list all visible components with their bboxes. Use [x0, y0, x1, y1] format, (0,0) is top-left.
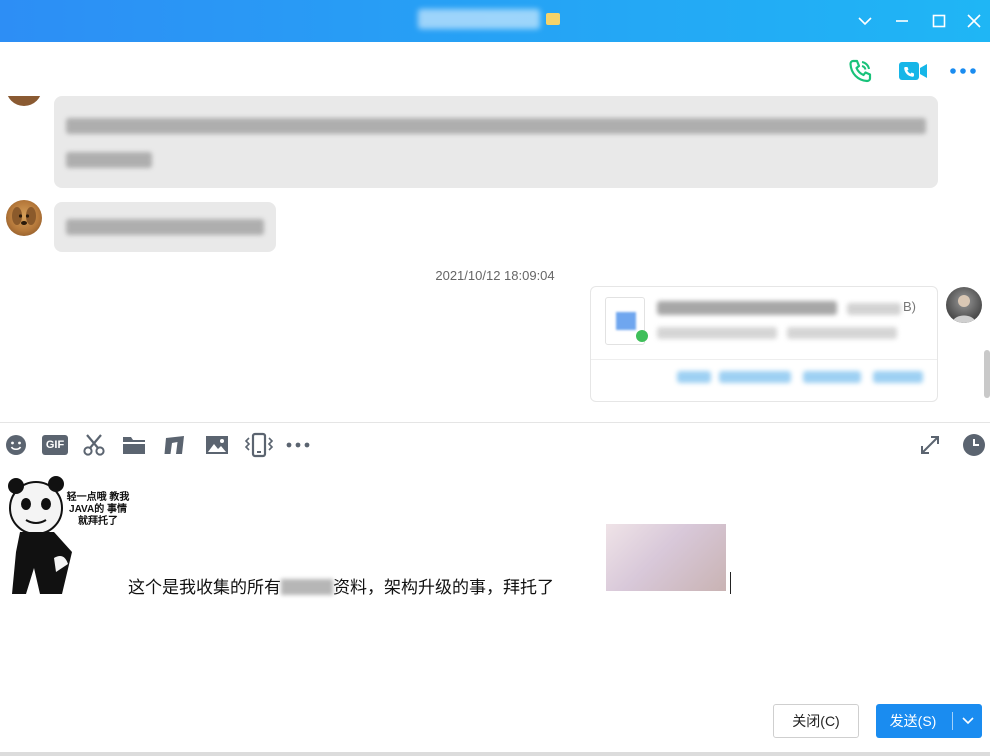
- video-call-icon[interactable]: [898, 56, 928, 86]
- sticker-caption: 轻一点哦 教我JAVA的 事情就拜托了: [66, 492, 130, 527]
- message-input-editor[interactable]: 轻一点哦 教我JAVA的 事情就拜托了 这个是我收集的所有 资料，架构升级的事，拜…: [0, 466, 990, 696]
- history-clock-icon[interactable]: [962, 433, 986, 457]
- message-list[interactable]: 2021/10/12 18:09:04 B): [0, 96, 990, 422]
- chat-header-actions: [0, 42, 990, 96]
- typed-message-text[interactable]: 这个是我收集的所有 资料，架构升级的事，拜托了: [128, 573, 554, 598]
- maximize-icon[interactable]: [924, 6, 954, 36]
- gif-label: GIF: [42, 435, 68, 455]
- file-action-link[interactable]: [803, 371, 861, 383]
- music-icon[interactable]: [163, 433, 187, 457]
- file-action-link[interactable]: [677, 371, 711, 383]
- message-timestamp: 2021/10/12 18:09:04: [435, 268, 555, 283]
- window-bottom-border: [0, 752, 990, 756]
- more-icon[interactable]: [948, 56, 978, 86]
- message-bubble-received[interactable]: [54, 202, 276, 252]
- chevron-down-icon[interactable]: [850, 6, 880, 36]
- send-button[interactable]: 发送(S): [876, 704, 982, 738]
- status-badge: [546, 13, 560, 25]
- message-scrollbar[interactable]: [984, 350, 990, 398]
- send-options-chevron-icon[interactable]: [954, 704, 982, 738]
- image-icon[interactable]: [205, 433, 229, 457]
- folder-icon[interactable]: [122, 433, 146, 457]
- shake-icon[interactable]: [244, 432, 274, 458]
- file-action-link[interactable]: [719, 371, 791, 383]
- file-action-link[interactable]: [873, 371, 923, 383]
- inline-image[interactable]: [606, 524, 726, 591]
- panda-sticker-image[interactable]: 轻一点哦 教我JAVA的 事情就拜托了: [6, 472, 129, 594]
- gif-icon[interactable]: GIF: [42, 433, 68, 457]
- title-bar: [0, 0, 990, 42]
- minimize-icon[interactable]: [887, 6, 917, 36]
- avatar[interactable]: [946, 287, 982, 323]
- text-caret: [730, 572, 731, 594]
- voice-call-icon[interactable]: [845, 56, 875, 86]
- emoji-icon[interactable]: [4, 433, 28, 457]
- input-toolbar: GIF: [0, 422, 990, 466]
- message-bubble-received[interactable]: [54, 96, 938, 188]
- close-button[interactable]: 关闭(C): [773, 704, 859, 738]
- blurred-word: [281, 579, 333, 595]
- avatar[interactable]: [6, 200, 42, 236]
- typed-text-before: 这个是我收集的所有: [128, 578, 281, 597]
- expand-icon[interactable]: [918, 433, 942, 457]
- file-message-card[interactable]: B): [590, 286, 938, 402]
- contact-name-blurred: [418, 9, 540, 29]
- close-icon[interactable]: [959, 6, 989, 36]
- file-type-icon: [605, 297, 648, 345]
- send-button-label[interactable]: 发送(S): [876, 704, 950, 738]
- typed-text-after: 资料，架构升级的事，拜托了: [333, 578, 554, 597]
- send-button-divider: [952, 712, 953, 730]
- screenshot-scissors-icon[interactable]: [82, 433, 106, 457]
- file-size-suffix: B): [903, 299, 916, 314]
- more-tools-icon[interactable]: [285, 433, 311, 457]
- avatar: [6, 96, 42, 106]
